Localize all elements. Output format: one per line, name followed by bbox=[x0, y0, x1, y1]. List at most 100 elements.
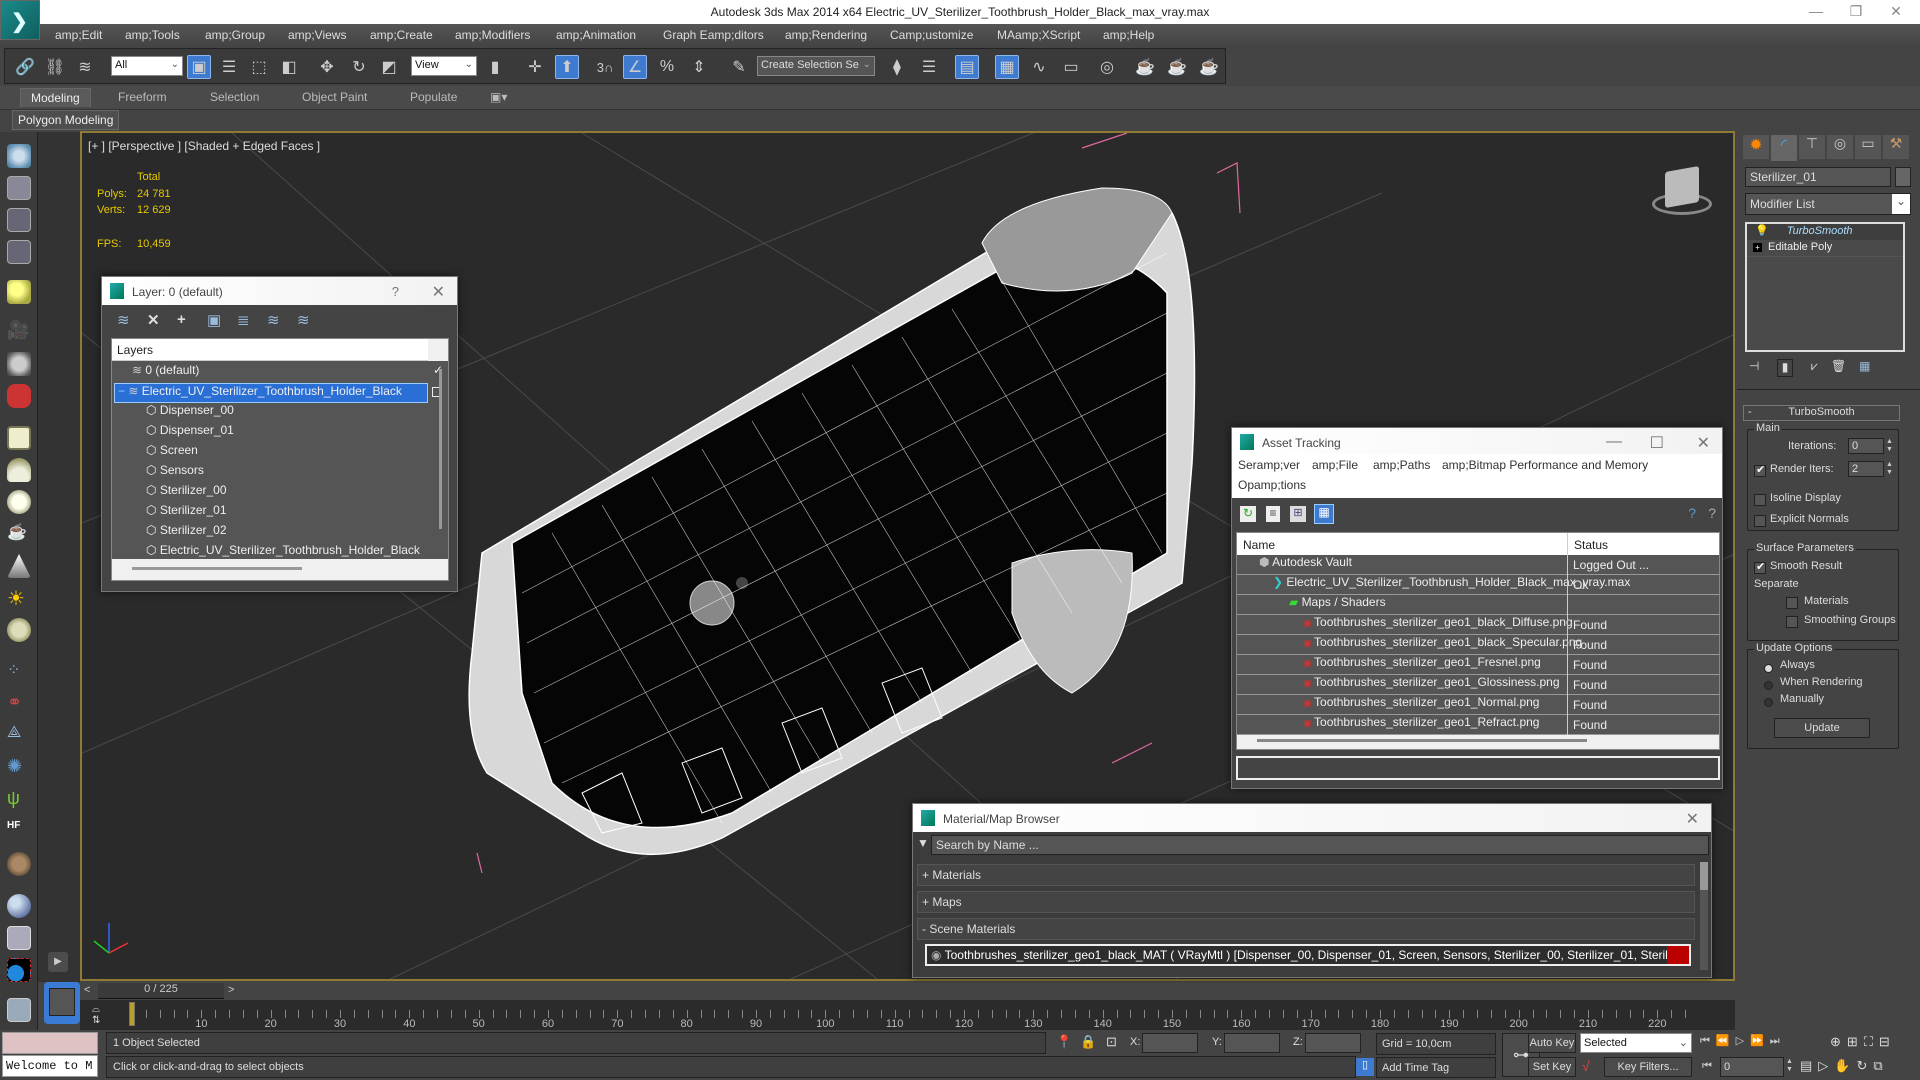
smooth-result-checkbox[interactable] bbox=[1754, 560, 1766, 574]
close-button[interactable]: ✕ bbox=[432, 282, 445, 302]
align-icon[interactable]: ☰ bbox=[917, 55, 941, 79]
render-production-icon[interactable]: ☕ bbox=[1197, 55, 1221, 79]
material-assign-icon[interactable] bbox=[7, 926, 31, 950]
named-selection-dropdown[interactable]: Create Selection Se ⌄ bbox=[757, 56, 875, 76]
sun-icon[interactable]: ☀ bbox=[7, 586, 31, 610]
previous-frame-button[interactable]: < bbox=[84, 984, 90, 996]
auto-key-button[interactable]: Auto Key bbox=[1528, 1033, 1576, 1053]
key-mode-dropdown[interactable]: Selected ⌄ bbox=[1580, 1033, 1692, 1053]
render-iters-spinner[interactable]: 2 bbox=[1848, 461, 1884, 477]
display-tab-icon[interactable]: ▭ bbox=[1855, 135, 1881, 159]
asset-row[interactable]: ▣ Toothbrushes_sterilizer_geo1_Glossines… bbox=[1237, 675, 1719, 695]
zoom-all-icon[interactable]: ⊞ bbox=[1847, 1034, 1864, 1049]
zoom-icon[interactable]: ⊕ bbox=[1830, 1034, 1847, 1049]
layer-explorer-icon[interactable]: ▤ bbox=[955, 55, 979, 79]
close-button[interactable]: ✕ bbox=[1876, 3, 1916, 20]
asset-tracking-titlebar[interactable]: Asset Tracking — ☐ ✕ bbox=[1232, 428, 1722, 454]
go-to-start-icon[interactable]: ⏮ bbox=[1700, 1035, 1716, 1047]
help-button[interactable]: ? bbox=[392, 284, 399, 299]
delete-layer-icon[interactable]: ✕ bbox=[147, 311, 160, 329]
pan-hand-icon[interactable]: ✋ bbox=[1834, 1058, 1856, 1073]
grid-panel-icon[interactable] bbox=[7, 240, 31, 264]
column-status[interactable]: Status bbox=[1567, 533, 1614, 555]
layer-object-row[interactable]: ⬡ Dispenser_00 bbox=[112, 403, 428, 423]
add-to-layer-icon[interactable]: + bbox=[177, 311, 186, 328]
checkbox[interactable] bbox=[1754, 514, 1766, 527]
pivot-center-icon[interactable]: ▮ bbox=[483, 55, 507, 79]
refresh-icon[interactable]: ↻ bbox=[1240, 506, 1256, 522]
select-objects-in-layer-icon[interactable]: ▣ bbox=[207, 311, 221, 329]
asset-path-field[interactable] bbox=[1236, 756, 1720, 780]
edit-named-selection-icon[interactable]: ✎ bbox=[727, 55, 751, 79]
vertical-scrollbar[interactable] bbox=[1700, 862, 1708, 970]
ornatrix-icon[interactable] bbox=[7, 852, 31, 876]
tab-freeform[interactable]: Freeform bbox=[118, 90, 167, 104]
selection-lock-icon[interactable]: 🔒 bbox=[1080, 1034, 1096, 1050]
spinner-arrows-icon[interactable]: ▲ ▼ bbox=[1886, 438, 1894, 454]
viewport-layout-button[interactable] bbox=[44, 982, 80, 1024]
create-tab-icon[interactable]: ✹ bbox=[1743, 135, 1769, 159]
separate-smoothing-groups-checkbox[interactable] bbox=[1786, 614, 1798, 628]
render-iters-checkbox[interactable] bbox=[1754, 463, 1766, 477]
asset-row[interactable]: ▣ Toothbrushes_sterilizer_geo1_Refract.p… bbox=[1237, 715, 1719, 735]
percent-snap-icon[interactable]: % bbox=[655, 55, 679, 79]
link-icon[interactable]: 🔗 bbox=[13, 55, 37, 79]
unlink-icon[interactable]: ⛓ bbox=[43, 55, 67, 79]
orbit-icon[interactable]: ↻ bbox=[1856, 1058, 1873, 1073]
manually-radio[interactable] bbox=[1764, 695, 1773, 709]
layer-object-row[interactable]: ⬡ Electric_UV_Sterilizer_Toothbrush_Hold… bbox=[112, 543, 428, 563]
go-to-end-icon[interactable]: ⏭ bbox=[1770, 1035, 1786, 1047]
remove-modifier-icon[interactable]: 🗑 bbox=[1831, 359, 1846, 373]
spot-light-icon[interactable] bbox=[7, 554, 31, 578]
checkbox[interactable] bbox=[1786, 596, 1798, 609]
menu-views[interactable]: amp;Views bbox=[288, 28, 346, 42]
viewcube-cube-icon[interactable] bbox=[1665, 166, 1699, 208]
make-unique-icon[interactable]: ⩗ bbox=[1811, 359, 1818, 374]
spinner-arrows-icon[interactable]: ▲ ▼ bbox=[1786, 1058, 1793, 1074]
spinner-snap-icon[interactable]: ⇕ bbox=[687, 55, 711, 79]
molecule-icon[interactable]: ⚭ bbox=[7, 692, 31, 716]
dome-light-icon[interactable] bbox=[7, 458, 31, 482]
stereo-camera-icon[interactable] bbox=[7, 384, 31, 408]
menu-graph-editors[interactable]: Graph Eamp;ditors bbox=[663, 28, 764, 42]
tab-selection[interactable]: Selection bbox=[210, 90, 259, 104]
grass-icon[interactable]: ψ bbox=[7, 788, 31, 812]
restore-button[interactable]: ❐ bbox=[1836, 3, 1876, 20]
window-crossing-icon[interactable]: ◧ bbox=[277, 55, 301, 79]
layer-object-row[interactable]: ⬡ Sterilizer_01 bbox=[112, 503, 428, 523]
tab-object-paint[interactable]: Object Paint bbox=[302, 90, 367, 104]
y-coordinate-field[interactable] bbox=[1224, 1033, 1280, 1053]
modifier-stack-item-editable-poly[interactable]: + Editable Poly bbox=[1747, 241, 1903, 257]
list-panel-icon[interactable] bbox=[7, 208, 31, 232]
hair-farm-icon[interactable]: HF bbox=[7, 820, 31, 844]
key-mode-toggle-icon[interactable]: ⏮ bbox=[1702, 1060, 1712, 1073]
maximize-viewport-icon[interactable]: ⧉ bbox=[1873, 1058, 1888, 1073]
keyboard-shortcut-override-icon[interactable]: ⬆ bbox=[555, 55, 579, 79]
layer-object-row[interactable]: ⬡ Sterilizer_02 bbox=[112, 523, 428, 543]
time-tag-icon[interactable]: ▯ bbox=[1356, 1058, 1374, 1076]
vertical-scrollbar[interactable] bbox=[439, 369, 442, 529]
isoline-display-checkbox[interactable] bbox=[1754, 492, 1766, 506]
menu-bitmap-performance[interactable]: amp;Bitmap Performance and Memory bbox=[1442, 458, 1648, 472]
asset-row[interactable]: ▣ Toothbrushes_sterilizer_geo1_Fresnel.p… bbox=[1237, 655, 1719, 675]
layer-row-selected[interactable]: − ≋ Electric_UV_Sterilizer_Toothbrush_Ho… bbox=[114, 383, 428, 403]
menu-file[interactable]: amp;File bbox=[1312, 458, 1358, 472]
modifier-list-dropdown[interactable]: Modifier List ⌄ bbox=[1745, 193, 1911, 215]
horizontal-scrollbar[interactable] bbox=[132, 567, 302, 570]
object-color-swatch[interactable] bbox=[1895, 167, 1911, 187]
menu-animation[interactable]: amp;Animation bbox=[556, 28, 636, 42]
next-key-icon[interactable]: ⏩ bbox=[1750, 1035, 1770, 1047]
render-region-icon[interactable] bbox=[7, 958, 31, 982]
menu-modifiers[interactable]: amp;Modifiers bbox=[455, 28, 530, 42]
modifier-stack-item-turbosmooth[interactable]: 💡 TurboSmooth bbox=[1747, 224, 1903, 240]
particles-icon[interactable]: ⁘ bbox=[7, 660, 31, 684]
asset-row[interactable]: ▣ Toothbrushes_sterilizer_geo1_black_Dif… bbox=[1237, 615, 1719, 635]
zoom-extents-all-icon[interactable]: ⊟ bbox=[1879, 1034, 1896, 1049]
vault-help-icon[interactable]: ? bbox=[1688, 505, 1696, 521]
polygon-modeling-panel[interactable]: Polygon Modeling bbox=[12, 110, 120, 130]
tab-modeling[interactable]: Modeling bbox=[20, 88, 91, 107]
ies-light-icon[interactable]: ☕ bbox=[7, 522, 31, 546]
track-bar[interactable]: ⌓ ⇅ 10 20 30 40 50 60 70 80 90 100 110 120 130 140 150 1… bbox=[80, 1000, 1735, 1030]
selection-filter-dropdown[interactable]: All ⌄ bbox=[111, 56, 183, 76]
material-sphere-icon[interactable] bbox=[7, 894, 31, 918]
